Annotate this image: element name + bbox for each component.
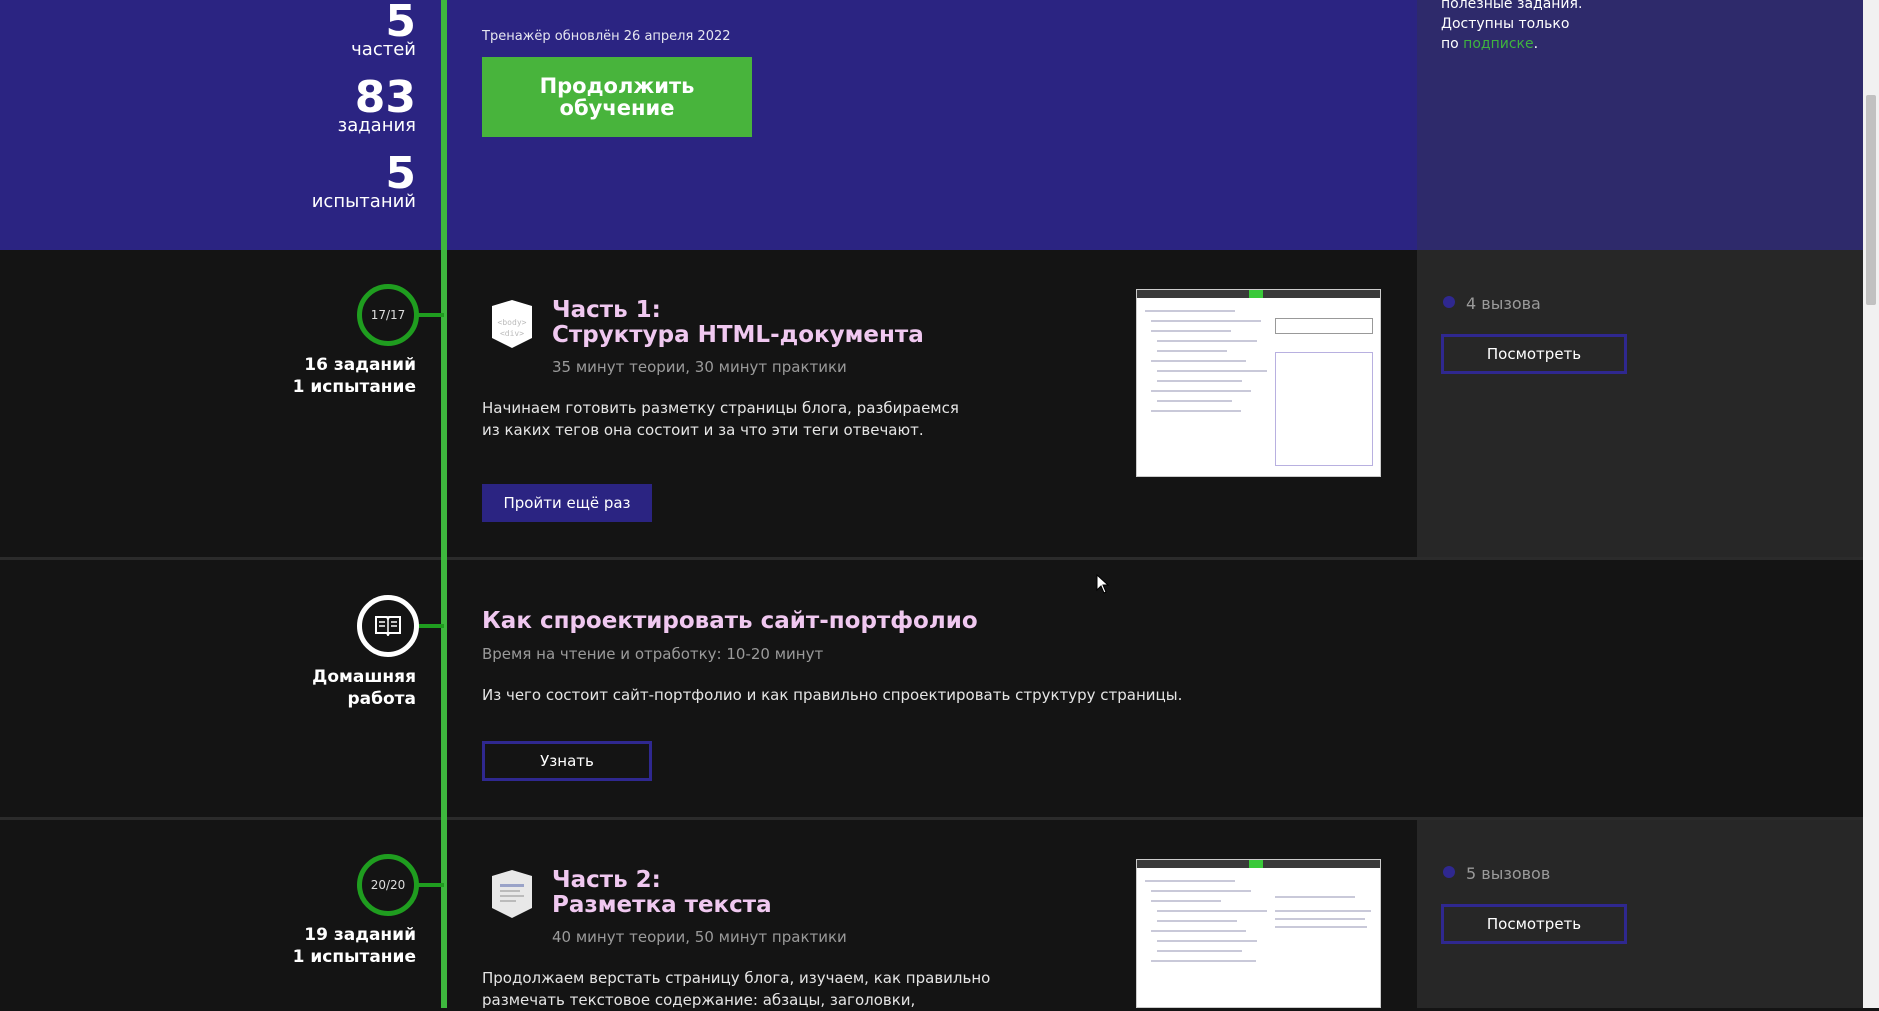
stat-trials-number: 5 — [385, 148, 416, 199]
code-line — [1145, 880, 1235, 882]
part1-title-line2: Структура HTML-документа — [552, 322, 924, 348]
stat-tasks-label: задания — [337, 115, 416, 136]
subscription-line1: полезные задания. — [1441, 0, 1583, 12]
text-line — [1275, 896, 1355, 898]
svg-text:<body>: <body> — [498, 318, 527, 327]
preview-panel — [1275, 318, 1373, 334]
part2-title-line1: Часть 2: — [552, 867, 661, 893]
homework-label-line1: Домашняя — [312, 667, 416, 687]
view-challenges-button[interactable]: Посмотреть — [1441, 904, 1627, 944]
part1-desc-line2: из каких тегов она состоит и за что эти … — [482, 421, 924, 439]
part2-title-line2: Разметка текста — [552, 892, 772, 918]
part1-preview-image[interactable] — [1136, 289, 1381, 477]
homework-duration: Время на чтение и отработку: 10-20 минут — [482, 645, 824, 663]
part2-meta: 19 заданий 1 испытание — [293, 924, 416, 968]
homework-title[interactable]: Как спроектировать сайт-портфолио — [482, 609, 978, 634]
code-line — [1157, 920, 1237, 922]
part1-title[interactable]: Часть 1: Структура HTML-документа — [552, 298, 924, 348]
mouse-cursor-icon — [1096, 574, 1110, 594]
part1-description: Начинаем готовить разметку страницы блог… — [482, 397, 959, 441]
view-challenges-button[interactable]: Посмотреть — [1441, 334, 1627, 374]
part1-trials: 1 испытание — [292, 377, 416, 397]
code-line — [1151, 410, 1241, 412]
part1-desc-line1: Начинаем готовить разметку страницы блог… — [482, 399, 959, 417]
stat-tasks-number: 83 — [354, 72, 416, 123]
code-line — [1151, 890, 1251, 892]
code-line — [1157, 370, 1267, 372]
text-line — [1275, 918, 1365, 920]
code-line — [1151, 930, 1246, 932]
part1-challenges: 4 вызова — [1466, 294, 1541, 313]
homework-label-line2: работа — [347, 689, 416, 709]
code-line — [1151, 390, 1251, 392]
code-line — [1157, 380, 1242, 382]
code-line — [1157, 910, 1267, 912]
part1-duration: 35 минут теории, 30 минут практики — [552, 358, 847, 376]
progress-ring: 17/17 — [357, 284, 419, 346]
part1-title-line1: Часть 1: — [552, 297, 661, 323]
part1-meta: 16 заданий 1 испытание — [293, 354, 416, 398]
learn-more-button[interactable]: Узнать — [482, 741, 652, 781]
updated-date: Тренажёр обновлён 26 апреля 2022 — [482, 29, 731, 44]
stat-trials-label: испытаний — [311, 191, 416, 212]
subscription-prefix: по — [1441, 36, 1459, 52]
preview-panel — [1275, 352, 1373, 466]
code-line — [1145, 310, 1235, 312]
subscription-text: полезные задания. Доступны только по под… — [1441, 0, 1582, 54]
text-line — [1275, 910, 1371, 912]
stat-parts-number: 5 — [385, 0, 416, 47]
code-line — [1151, 320, 1261, 322]
code-line — [1151, 360, 1246, 362]
part2-desc-line1: Продолжаем верстать страницу блога, изуч… — [482, 969, 991, 987]
book-icon — [375, 616, 401, 636]
progress-value: 20/20 — [370, 878, 406, 892]
part2-tasks: 19 заданий — [304, 925, 416, 945]
challenge-dot — [1443, 296, 1455, 308]
stat-parts-label: частей — [351, 39, 416, 60]
section-divider — [0, 557, 1863, 560]
part2-duration: 40 минут теории, 50 минут практики — [552, 928, 847, 946]
preview-accent — [1249, 860, 1263, 868]
code-line — [1157, 950, 1242, 952]
progress-timeline — [441, 0, 447, 1008]
text-line — [1275, 926, 1367, 928]
scrollbar-thumb[interactable] — [1866, 95, 1876, 305]
code-line — [1157, 940, 1257, 942]
homework-meta: Домашняя работа — [312, 666, 416, 710]
part2-challenges: 5 вызовов — [1466, 864, 1551, 883]
subscription-line3: по подписке. — [1441, 34, 1582, 54]
part2-title[interactable]: Часть 2: Разметка текста — [552, 868, 772, 918]
code-line — [1151, 900, 1221, 902]
part1-tasks: 16 заданий — [304, 355, 416, 375]
part2-preview-image[interactable] — [1136, 859, 1381, 1008]
continue-learning-button[interactable]: Продолжить обучение — [482, 57, 752, 137]
code-line — [1157, 350, 1227, 352]
continue-learning-label: Продолжить обучение — [539, 73, 695, 120]
challenge-dot — [1443, 866, 1455, 878]
subscription-link[interactable]: подписке — [1463, 36, 1533, 52]
homework-description: Из чего состоит сайт-портфолио и как пра… — [482, 686, 1183, 704]
part2-description: Продолжаем верстать страницу блога, изуч… — [482, 967, 990, 1011]
progress-value: 17/17 — [370, 308, 406, 322]
homework-ring — [357, 595, 419, 657]
code-line — [1151, 960, 1256, 962]
section-divider — [0, 817, 1863, 820]
text-badge-icon — [492, 870, 532, 918]
preview-accent — [1249, 290, 1263, 298]
code-line — [1157, 400, 1232, 402]
body-div-badge-icon: <body> <div> — [492, 300, 532, 348]
code-line — [1157, 340, 1257, 342]
part2-trials: 1 испытание — [292, 947, 416, 967]
code-line — [1151, 330, 1231, 332]
subscription-suffix: . — [1533, 36, 1539, 52]
retry-button[interactable]: Пройти ещё раз — [482, 484, 652, 522]
svg-text:<div>: <div> — [500, 329, 524, 338]
subscription-line2: Доступны только — [1441, 16, 1570, 32]
progress-ring: 20/20 — [357, 854, 419, 916]
